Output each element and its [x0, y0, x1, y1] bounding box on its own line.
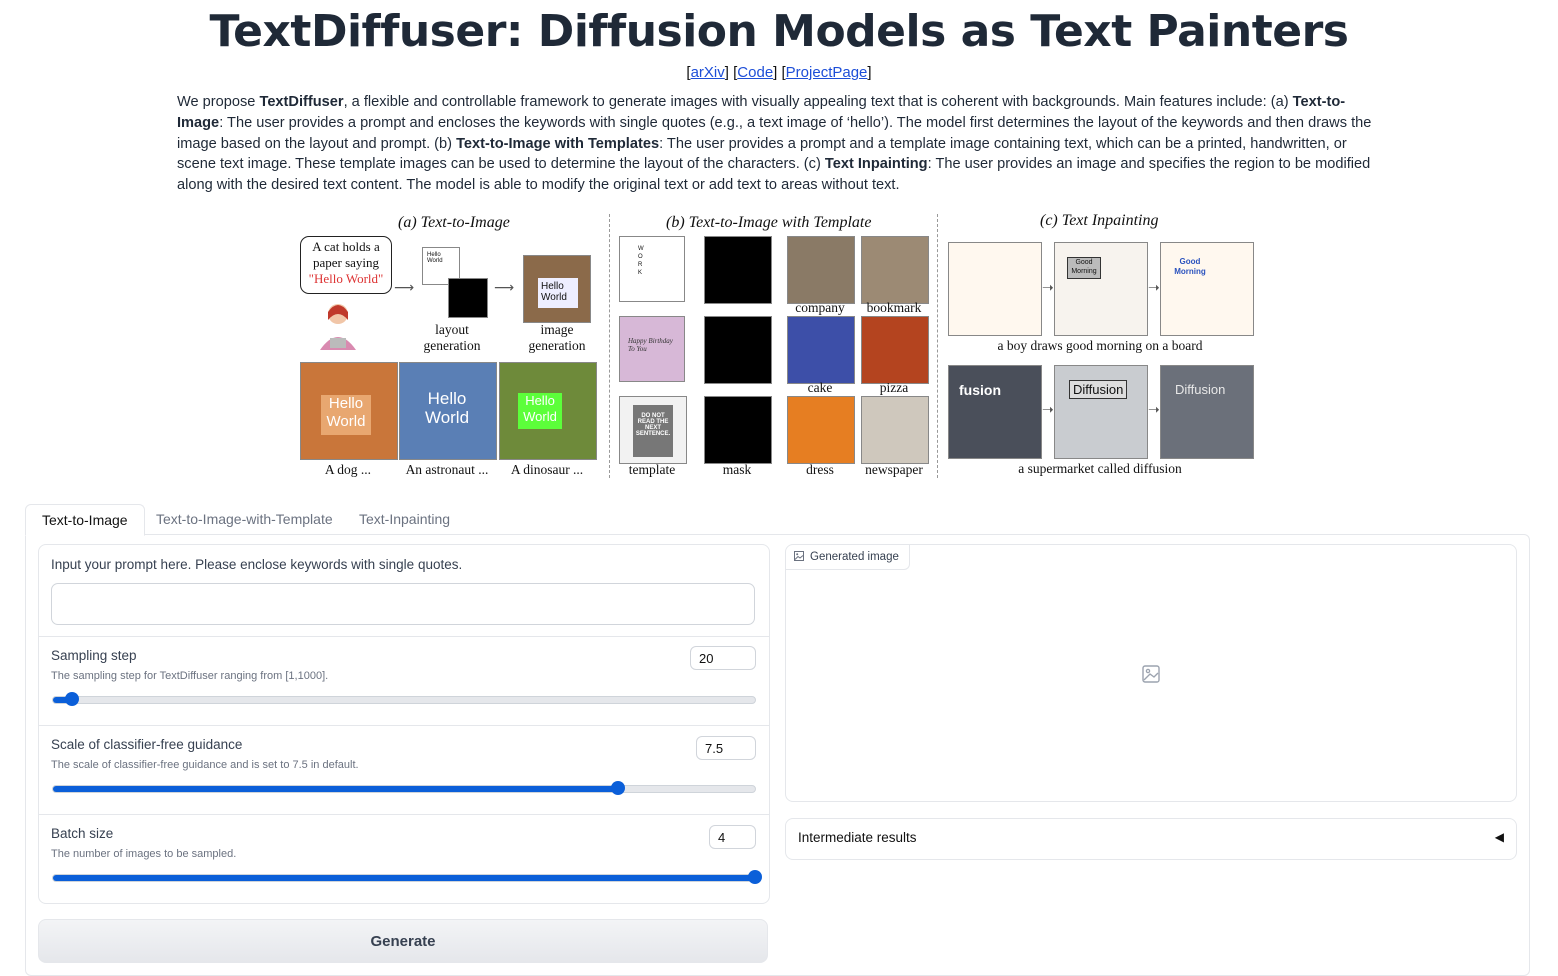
boy-original-image — [948, 242, 1042, 336]
cake-image — [787, 316, 855, 384]
guidance-number-input[interactable] — [696, 736, 756, 760]
slider-thumb[interactable] — [64, 692, 79, 706]
layout-caption: layout generation — [423, 322, 481, 353]
caption-template: template — [628, 462, 676, 477]
batch-size-label: Batch size — [51, 826, 114, 841]
description: We propose TextDiffuser, a flexible and … — [177, 94, 1372, 194]
arrow-icon: ⟶ — [494, 280, 515, 296]
arxiv-link[interactable]: arXiv — [691, 64, 725, 81]
user-avatar-icon — [320, 304, 356, 350]
sampling-step-label: Sampling step — [51, 648, 137, 663]
caption-dog: A dog ... — [324, 462, 372, 477]
newspaper-image — [861, 396, 929, 464]
caption-astronaut: An astronaut ... — [405, 462, 489, 477]
mask-work — [704, 236, 772, 304]
intermediate-results-accordion[interactable]: Intermediate results ◀ — [785, 818, 1517, 860]
sampling-step-number-input[interactable] — [690, 646, 756, 670]
template-birthday: Happy Birthday To You — [619, 316, 685, 382]
caption-newspaper: newspaper — [865, 462, 923, 477]
guidance-label: Scale of classifier-free guidance — [51, 737, 243, 752]
page-title: TextDiffuser: Diffusion Models as Text P… — [209, 6, 1349, 57]
caption-cake: cake — [807, 380, 833, 395]
boy-masked-image: Good Morning — [1054, 242, 1148, 336]
caption-inpaint-2: a supermarket called diffusion — [1018, 461, 1182, 476]
sampling-step-info: The sampling step for TextDiffuser rangi… — [51, 670, 329, 682]
slider-fill — [53, 875, 755, 881]
sampling-step-slider[interactable] — [52, 692, 756, 706]
caret-left-icon: ◀ — [1494, 830, 1504, 844]
generate-button[interactable]: Generate — [38, 919, 768, 963]
section-c-title: (c) Text Inpainting — [1040, 212, 1159, 229]
dog-image: Hello World — [300, 362, 398, 460]
generated-image-panel: Generated image — [785, 544, 1517, 802]
batch-size-number-input[interactable] — [709, 825, 756, 849]
arrow-icon: ⟶ — [394, 280, 415, 296]
caption-company: company — [795, 300, 845, 315]
prompt-label: Input your prompt here. Please enclose k… — [51, 557, 463, 572]
bookmark-image — [861, 236, 929, 304]
template-shirt: DO NOT READ THE NEXT SENTENCE. — [619, 396, 687, 464]
market-result-image: Diffusion — [1160, 365, 1254, 459]
pizza-image — [861, 316, 929, 384]
astronaut-image: Hello World — [399, 362, 497, 460]
divider — [609, 214, 610, 478]
template-work: WORK — [619, 236, 685, 302]
tab-text-to-image[interactable]: Text-to-Image — [25, 504, 145, 536]
prompt-input[interactable] — [51, 583, 755, 625]
caption-pizza: pizza — [879, 380, 909, 395]
generated-image-label: Generated image — [786, 545, 910, 570]
layout-mask — [448, 278, 488, 318]
prompt-block: Input your prompt here. Please enclose k… — [39, 545, 769, 637]
caption-bookmark: bookmark — [866, 300, 922, 315]
caption-dinosaur: A dinosaur ... — [510, 462, 584, 477]
slider-fill — [53, 786, 619, 792]
image-caption: image generation — [528, 322, 586, 353]
paper-links: [arXiv] [Code] [ProjectPage] — [686, 64, 872, 81]
image-icon — [794, 551, 804, 561]
batch-size-block: Batch size The number of images to be sa… — [39, 814, 769, 903]
arrow-icon: ➝ — [1042, 280, 1054, 296]
market-original-image: fusion — [948, 365, 1042, 459]
tab-text-to-image-with-template[interactable]: Text-to-Image-with-Template — [140, 504, 349, 534]
slider-thumb[interactable] — [748, 870, 762, 884]
arrow-icon: ➝ — [1148, 280, 1160, 296]
mask-shirt — [704, 396, 772, 464]
teaser-figure: (a) Text-to-Image A cat holds a paper sa… — [298, 210, 1258, 482]
batch-size-info: The number of images to be sampled. — [51, 848, 237, 860]
caption-inpaint-1: a boy draws good morning on a board — [997, 338, 1203, 353]
guidance-slider[interactable] — [52, 781, 756, 795]
batch-size-slider[interactable] — [52, 870, 762, 884]
guidance-block: Scale of classifier-free guidance The sc… — [39, 725, 769, 815]
mask-birthday — [704, 316, 772, 384]
project-page-link[interactable]: ProjectPage — [786, 64, 868, 81]
slider-thumb[interactable] — [611, 781, 626, 795]
market-masked-image: Diffusion — [1054, 365, 1148, 459]
prompt-bubble: A cat holds a paper saying "Hello World" — [300, 236, 392, 294]
boy-result-image: Good Morning — [1160, 242, 1254, 336]
image-placeholder-icon — [1142, 665, 1160, 683]
arrow-icon: ➝ — [1148, 402, 1160, 418]
guidance-info: The scale of classifier-free guidance an… — [51, 759, 359, 771]
divider — [937, 214, 938, 478]
arrow-icon: ➝ — [1042, 402, 1054, 418]
accordion-label: Intermediate results — [798, 830, 917, 845]
input-form: Input your prompt here. Please enclose k… — [38, 544, 770, 904]
tab-text-inpainting[interactable]: Text-Inpainting — [343, 504, 466, 534]
section-a-title: (a) Text-to-Image — [398, 214, 510, 231]
dress-image — [787, 396, 855, 464]
caption-dress: dress — [806, 462, 834, 477]
sampling-step-block: Sampling step The sampling step for Text… — [39, 636, 769, 726]
cat-result-image: Hello World — [523, 255, 591, 323]
company-image — [787, 236, 855, 304]
code-link[interactable]: Code — [737, 64, 773, 81]
section-b-title: (b) Text-to-Image with Template — [666, 214, 872, 231]
dinosaur-image: Hello World — [499, 362, 597, 460]
caption-mask: mask — [722, 462, 752, 477]
